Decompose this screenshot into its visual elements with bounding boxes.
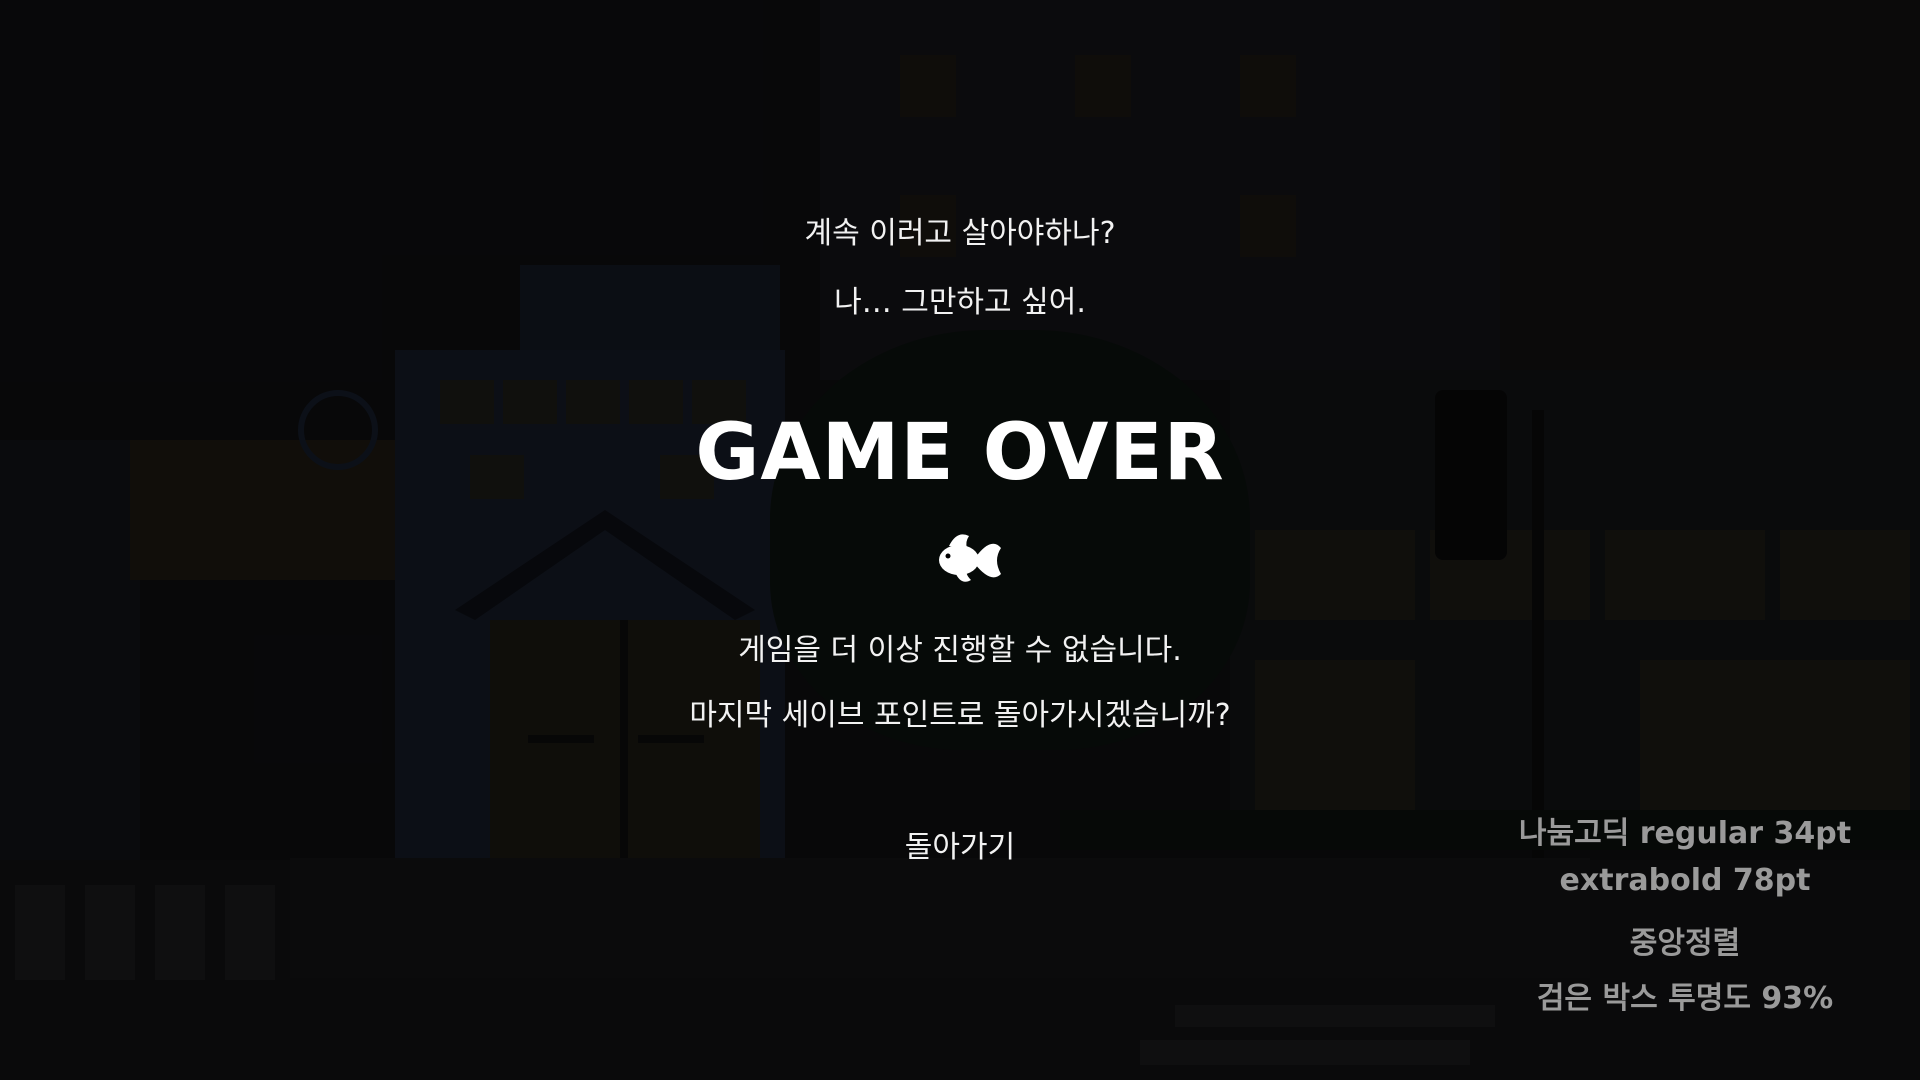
monologue-line-2: 나… 그만하고 싶어. <box>834 285 1086 320</box>
monologue-line-1: 계속 이러고 살아야하나? <box>804 216 1116 251</box>
alignment-note: 중앙정렬 <box>1629 926 1741 961</box>
font-note-extrabold: extrabold 78pt <box>1559 863 1811 898</box>
font-note-regular: 나눔고딕 regular 34pt <box>1518 816 1852 851</box>
game-over-message-1: 게임을 더 이상 진행할 수 없습니다. <box>738 633 1182 668</box>
game-over-screen: 계속 이러고 살아야하나? 나… 그만하고 싶어. GAME OVER 게임을 … <box>0 0 1920 1080</box>
return-button[interactable]: 돌아가기 <box>860 822 1060 870</box>
game-over-message-2: 마지막 세이브 포인트로 돌아가시겠습니까? <box>689 698 1231 733</box>
fish-icon <box>939 534 1001 582</box>
opacity-note: 검은 박스 투명도 93% <box>1536 981 1834 1016</box>
game-over-title: GAME OVER <box>695 408 1225 498</box>
